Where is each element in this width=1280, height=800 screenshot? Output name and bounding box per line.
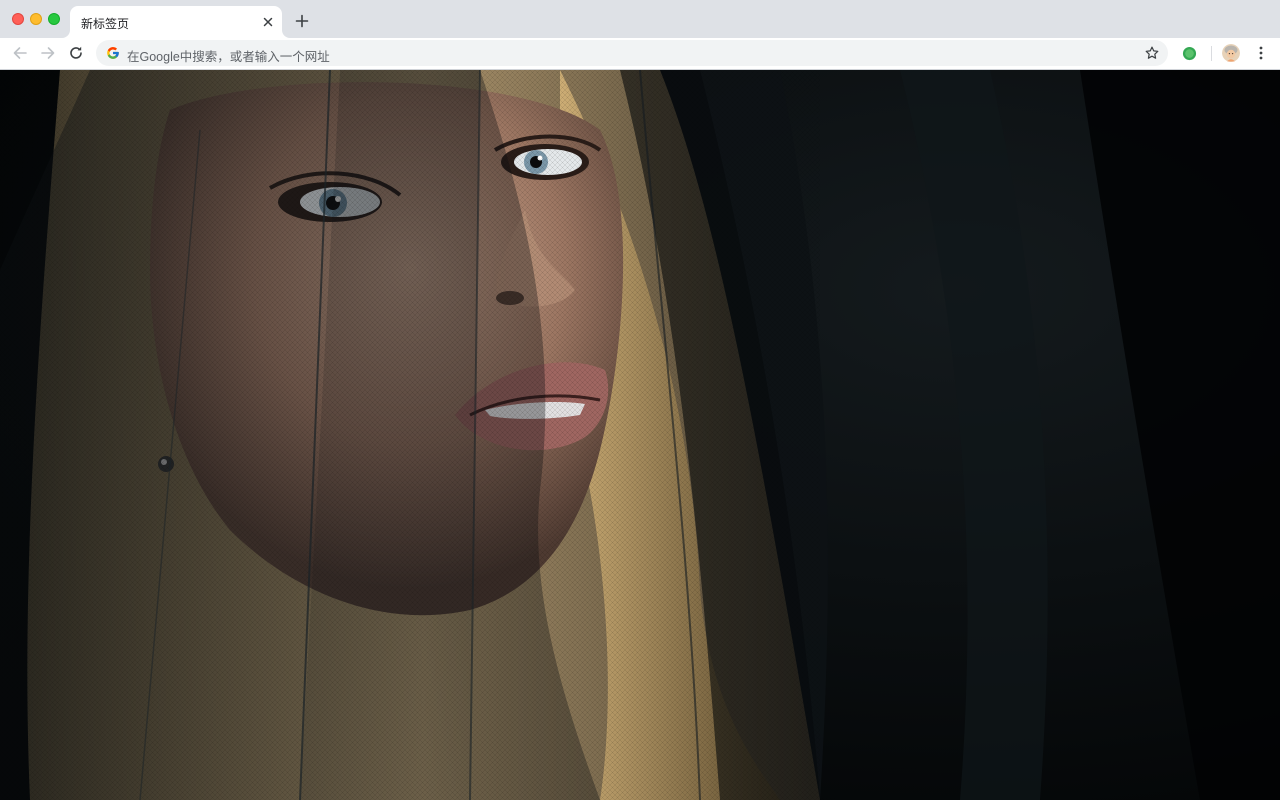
- bookmark-star-button[interactable]: [1144, 45, 1160, 61]
- google-g-icon: [106, 46, 120, 60]
- star-outline-icon: [1145, 46, 1159, 59]
- toolbar: 在Google中搜索，或者输入一个网址: [0, 38, 1280, 70]
- arrow-left-icon: [13, 47, 27, 59]
- browser-window: 新标签页 在Google中搜索，或者输入一个网址: [0, 0, 1280, 800]
- three-dots-vertical-icon: [1259, 46, 1263, 60]
- omnibox[interactable]: 在Google中搜索，或者输入一个网址: [96, 40, 1168, 66]
- new-tab-wallpaper: [0, 70, 1280, 800]
- back-button[interactable]: [10, 43, 30, 63]
- omnibox-placeholder: 在Google中搜索，或者输入一个网址: [127, 50, 330, 64]
- window-maximize-button[interactable]: [48, 13, 60, 25]
- reload-button[interactable]: [66, 43, 86, 63]
- profile-avatar-button[interactable]: [1222, 44, 1240, 62]
- chrome-menu-button[interactable]: [1253, 45, 1269, 61]
- arrow-right-icon: [41, 47, 55, 59]
- toolbar-divider: [1211, 46, 1212, 61]
- reload-icon: [70, 46, 82, 59]
- forward-button[interactable]: [38, 43, 58, 63]
- window-minimize-button[interactable]: [30, 13, 42, 25]
- extension-button[interactable]: [1182, 46, 1197, 61]
- close-icon[interactable]: [260, 14, 276, 30]
- green-circle-extension-icon: [1182, 46, 1197, 61]
- tab-strip: 新标签页: [0, 0, 1280, 38]
- plus-icon: [295, 14, 309, 28]
- tab-new-tab[interactable]: 新标签页: [70, 6, 282, 38]
- wallpaper-photo: [0, 70, 1280, 800]
- new-tab-button[interactable]: [292, 11, 312, 31]
- window-close-button[interactable]: [12, 13, 24, 25]
- tab-title: 新标签页: [81, 17, 130, 31]
- avatar-icon: [1222, 44, 1240, 62]
